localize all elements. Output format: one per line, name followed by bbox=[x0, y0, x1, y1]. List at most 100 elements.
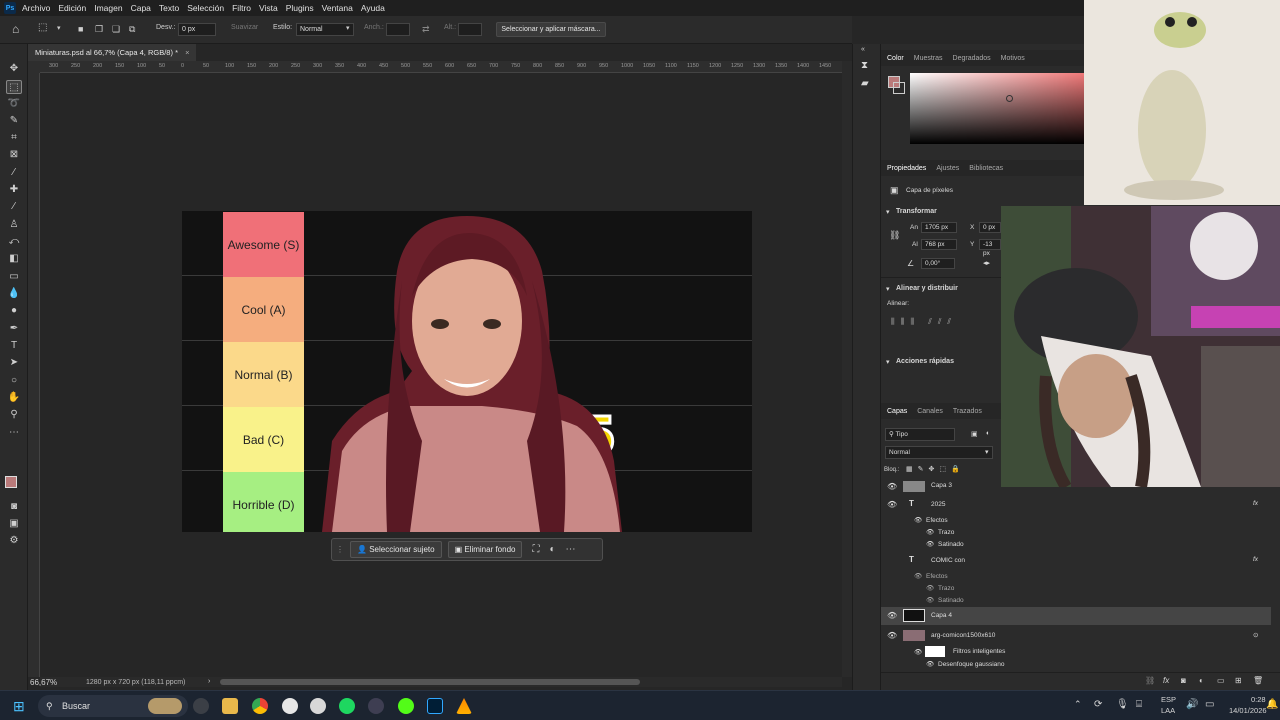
type-tool-icon[interactable]: T bbox=[6, 339, 22, 353]
clock-time[interactable]: 0:28 bbox=[1251, 695, 1266, 704]
brush-icon[interactable]: ∕ bbox=[6, 200, 22, 214]
effect-stroke-row[interactable]: 👁 Trazo bbox=[881, 582, 1271, 594]
effect-satin-row[interactable]: 👁 Satinado bbox=[881, 538, 1271, 550]
angle-input[interactable]: 0,00° bbox=[921, 258, 955, 269]
tab-propiedades[interactable]: Propiedades bbox=[887, 165, 926, 172]
menu-capa[interactable]: Capa bbox=[131, 3, 151, 13]
tab-color[interactable]: Color bbox=[887, 55, 904, 62]
scroll-thumb[interactable] bbox=[220, 679, 640, 685]
tab-bibliotecas[interactable]: Bibliotecas bbox=[969, 165, 1003, 172]
lock-icons[interactable]: ▦✎✥⬚🔒 bbox=[906, 465, 965, 473]
quick-actions-title[interactable]: Acciones rápidas bbox=[896, 358, 954, 365]
tab-degradados[interactable]: Degradados bbox=[953, 55, 991, 62]
transform-chevron-icon[interactable]: ▾ bbox=[886, 208, 890, 216]
eraser-icon[interactable]: ◧ bbox=[6, 252, 22, 266]
dodge-icon[interactable]: ● bbox=[6, 304, 22, 318]
adjustment-layer-icon[interactable]: ◐ bbox=[1199, 676, 1204, 685]
notifications-icon[interactable]: 🔔 bbox=[1266, 699, 1278, 710]
menu-archivo[interactable]: Archivo bbox=[22, 3, 50, 13]
color-picker-cursor[interactable] bbox=[1006, 95, 1013, 102]
zoom-level[interactable]: 66,67% bbox=[30, 678, 57, 687]
obs-icon[interactable] bbox=[368, 698, 384, 714]
marquee-tool-icon[interactable]: ⬚ bbox=[38, 22, 47, 33]
vertical-scrollbar[interactable] bbox=[842, 61, 852, 677]
sync-icon[interactable]: ⟳ bbox=[1094, 699, 1102, 710]
menu-filtro[interactable]: Filtro bbox=[232, 3, 251, 13]
adjustment-icon[interactable]: ◐ bbox=[549, 544, 555, 555]
clone-stamp-icon[interactable]: ♙ bbox=[6, 218, 22, 232]
edit-toolbar-icon[interactable]: ⚙ bbox=[6, 534, 22, 548]
effect-eye-icon[interactable]: 👁 bbox=[914, 648, 922, 656]
flip-icon[interactable]: ◂▸ bbox=[983, 259, 990, 267]
vlc-icon[interactable] bbox=[456, 698, 472, 714]
remove-background-button[interactable]: ▣ Eliminar fondo bbox=[447, 541, 523, 558]
fx-icon[interactable]: fx bbox=[1253, 500, 1258, 507]
layer-name[interactable]: Capa 3 bbox=[931, 482, 952, 489]
smart-filters-row[interactable]: 👁 Filtros inteligentes bbox=[881, 645, 1271, 658]
effect-eye-icon[interactable]: 👁 bbox=[926, 584, 934, 592]
effects-row[interactable]: 👁 Efectos bbox=[881, 514, 1271, 526]
align-title[interactable]: Alinear y distribuir bbox=[896, 285, 958, 292]
color-background-swatch[interactable] bbox=[893, 82, 905, 94]
add-selection-icon[interactable]: ❐ bbox=[95, 24, 103, 35]
quick-mask-icon[interactable]: ◙ bbox=[6, 500, 22, 514]
add-style-icon[interactable]: fx bbox=[1163, 676, 1169, 685]
crop-icon[interactable]: ⌗ bbox=[6, 131, 22, 145]
layer-row-arg[interactable]: 👁 arg-comicon1500x610 ⊙ bbox=[881, 627, 1271, 645]
close-tab-icon[interactable]: × bbox=[185, 48, 189, 57]
new-layer-icon[interactable]: ⊞ bbox=[1235, 676, 1242, 685]
chrome-icon[interactable] bbox=[252, 698, 268, 714]
clock-date[interactable]: 14/01/2026 bbox=[1229, 706, 1267, 715]
transform-icon[interactable]: ⛶ bbox=[532, 544, 539, 555]
delete-layer-icon[interactable]: 🗑 bbox=[1253, 676, 1263, 685]
quick-actions-chevron-icon[interactable]: ▾ bbox=[886, 358, 890, 366]
ancho-input[interactable] bbox=[386, 23, 410, 36]
effects-row[interactable]: 👁 Efectos bbox=[881, 570, 1271, 582]
screen-mode-icon[interactable]: ▣ bbox=[6, 517, 22, 531]
select-and-mask-button[interactable]: Seleccionar y aplicar máscara... bbox=[496, 22, 606, 37]
artwork-canvas[interactable]: Awesome (S) Cool (A) Normal (B) Bad (C) … bbox=[182, 211, 752, 532]
photoshop-taskbar-icon[interactable] bbox=[427, 698, 443, 714]
gaussian-blur-row[interactable]: 👁 Desenfoque gaussiano bbox=[881, 658, 1271, 670]
gradient-icon[interactable]: ▭ bbox=[6, 270, 22, 284]
layer-row-capa4-selected[interactable]: 👁 Capa 4 bbox=[881, 607, 1271, 625]
notification-app-icon[interactable] bbox=[193, 698, 209, 714]
document-tab[interactable]: Miniaturas.psd al 66,7% (Capa 4, RGB/8) … bbox=[28, 44, 196, 61]
tab-ajustes[interactable]: Ajustes bbox=[936, 165, 959, 172]
tab-capas[interactable]: Capas bbox=[887, 408, 907, 415]
alt-input[interactable] bbox=[458, 23, 482, 36]
rectangular-marquee-icon[interactable]: ⬚ bbox=[6, 80, 22, 94]
microphone-icon[interactable]: 🎙 bbox=[1116, 699, 1129, 710]
layer-row-2025[interactable]: 👁 T 2025 fx bbox=[881, 496, 1271, 514]
settings-app-icon[interactable] bbox=[310, 698, 326, 714]
move-tool-icon[interactable]: ✥ bbox=[6, 62, 22, 76]
menu-ventana[interactable]: Ventana bbox=[322, 3, 353, 13]
drag-handle-icon[interactable]: ⋮ bbox=[336, 545, 344, 554]
color-picker-field[interactable] bbox=[910, 73, 1085, 144]
width-input[interactable]: 1705 px bbox=[921, 222, 957, 233]
history-brush-icon[interactable]: ⤺ bbox=[6, 235, 22, 249]
tab-muestras[interactable]: Muestras bbox=[914, 55, 943, 62]
transform-title[interactable]: Transformar bbox=[896, 208, 937, 215]
effect-eye-icon[interactable]: 👁 bbox=[914, 572, 922, 580]
menu-edicion[interactable]: Edición bbox=[58, 3, 86, 13]
filter-pixel-icon[interactable]: ▣ bbox=[971, 430, 978, 438]
foreground-color-swatch[interactable] bbox=[5, 476, 17, 488]
visibility-eye-icon[interactable]: 👁 bbox=[887, 631, 897, 640]
layer-row-comic[interactable]: T COMIC con fx bbox=[881, 552, 1271, 570]
language-bottom[interactable]: LAA bbox=[1161, 706, 1175, 715]
photoshop-logo-icon[interactable]: Ps bbox=[4, 2, 16, 14]
menu-seleccion[interactable]: Selección bbox=[187, 3, 224, 13]
chevron-down-icon[interactable]: ▾ bbox=[57, 24, 61, 32]
spotify-icon[interactable] bbox=[339, 698, 355, 714]
filter-adjust-icon[interactable]: ◐ bbox=[986, 430, 990, 437]
hand-icon[interactable]: ✋ bbox=[6, 391, 22, 405]
visibility-eye-icon[interactable]: 👁 bbox=[887, 482, 897, 491]
x-input[interactable]: 0 px bbox=[979, 222, 1001, 233]
desv-input[interactable]: 0 px bbox=[178, 23, 216, 36]
blend-mode-select[interactable]: Normal bbox=[885, 446, 993, 459]
effect-eye-icon[interactable]: 👁 bbox=[926, 540, 934, 548]
more-options-icon[interactable]: ⋯ bbox=[566, 544, 576, 555]
menu-ayuda[interactable]: Ayuda bbox=[361, 3, 385, 13]
kick-icon[interactable] bbox=[398, 698, 414, 714]
